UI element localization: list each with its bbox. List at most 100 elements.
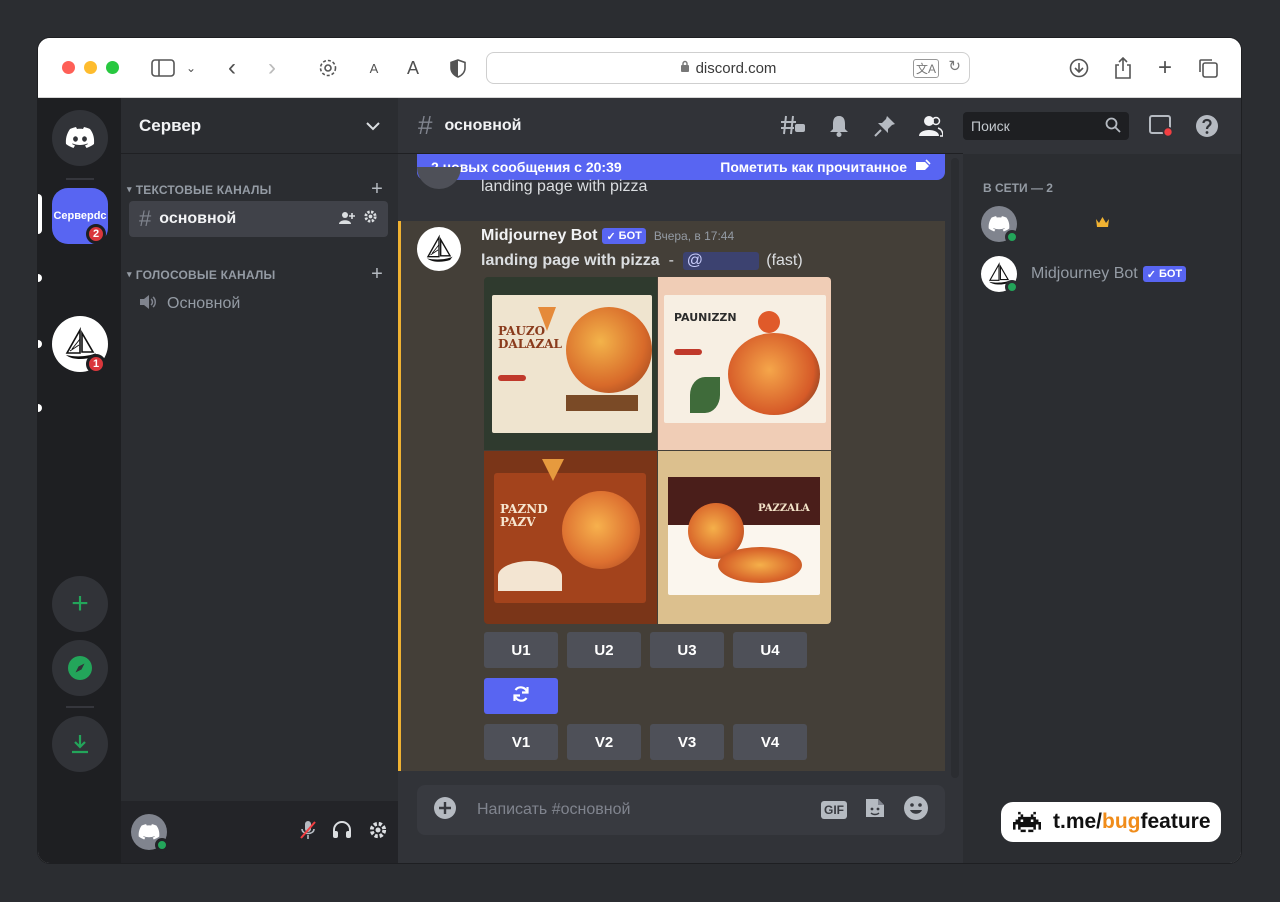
gear-icon[interactable] [368, 820, 388, 845]
online-status-icon [1005, 230, 1019, 244]
variation-button-1[interactable]: V1 [484, 724, 558, 760]
add-channel-icon[interactable]: + [371, 263, 383, 286]
threads-icon[interactable] [780, 114, 806, 138]
zoom-window-button[interactable] [106, 61, 119, 74]
gif-button[interactable]: GIF [821, 801, 847, 819]
reroll-button[interactable] [484, 678, 558, 714]
new-tab-icon[interactable]: + [1154, 54, 1176, 81]
upscale-button-4[interactable]: U4 [733, 632, 807, 668]
help-icon[interactable] [1194, 114, 1220, 138]
message-timestamp: Вчера, в 17:44 [653, 229, 735, 243]
translate-icon[interactable]: 文A [912, 59, 939, 78]
sidebar-toggle-icon[interactable] [150, 56, 176, 80]
guild-separator [66, 178, 94, 180]
search-input[interactable]: Поиск [963, 112, 1129, 140]
pin-icon[interactable] [872, 114, 898, 138]
generated-image-grid[interactable]: PAUZO DALAZAL PAUNIZZN PAZND PAZV PAZZAL… [484, 277, 831, 624]
image-title: PAUNIZZN [674, 311, 737, 324]
unread-pill [38, 340, 42, 348]
voice-channels-category[interactable]: ▾ ГОЛОСОВЫЕ КАНАЛЫ + [127, 263, 383, 286]
avatar[interactable] [417, 167, 461, 189]
server-notification-badge: 2 [86, 224, 106, 244]
explore-servers-icon[interactable] [52, 640, 108, 696]
download-icon[interactable] [1068, 56, 1090, 80]
back-icon[interactable]: ‹ [222, 54, 242, 81]
address-bar[interactable]: discord.com 文A ↻ [486, 52, 970, 84]
channel-title: основной [444, 116, 522, 134]
discord-home-icon[interactable] [52, 110, 108, 166]
unread-pill [38, 274, 42, 282]
speaker-icon [139, 294, 157, 315]
hash-icon: # [418, 110, 433, 140]
upscale-button-1[interactable]: U1 [484, 632, 558, 668]
message-composer[interactable]: Написать #основной GIF [417, 785, 945, 835]
headphones-icon[interactable] [332, 820, 352, 844]
member-item[interactable] [981, 206, 1110, 244]
prompt-text: landing page with pizza [481, 252, 660, 269]
muted-mic-icon[interactable] [300, 820, 316, 845]
hash-icon: # [139, 206, 152, 231]
image-variant-2: PAUNIZZN [658, 277, 831, 450]
chevron-down-icon: ▾ [127, 184, 132, 194]
gear-icon[interactable] [363, 209, 378, 229]
previous-message-text: landing page with pizza [481, 178, 648, 195]
voice-channel-item[interactable]: Основной [129, 286, 388, 322]
image-title: PAZND PAZV [500, 502, 548, 530]
minimize-window-button[interactable] [84, 61, 97, 74]
mark-as-read-link[interactable]: Пометить как прочитанное [720, 159, 907, 175]
variation-button-2[interactable]: V2 [567, 724, 641, 760]
variation-button-3[interactable]: V3 [650, 724, 724, 760]
user-panel [121, 801, 398, 863]
watermark-highlight: bug [1102, 810, 1141, 833]
user-mention[interactable]: @ [682, 252, 759, 270]
add-attachment-icon[interactable] [433, 796, 457, 825]
tabs-overview-icon[interactable] [1196, 56, 1220, 80]
text-channels-category[interactable]: ▾ ТЕКСТОВЫЕ КАНАЛЫ + [127, 178, 383, 201]
close-window-button[interactable] [62, 61, 75, 74]
browser-window: ⌄ ‹ › A A discord.com 文A ↻ + Серверdc 2 … [38, 38, 1241, 863]
midjourney-notification-badge: 1 [86, 354, 106, 374]
image-variant-1: PAUZO DALAZAL [484, 277, 657, 450]
text-larger-button[interactable]: A [404, 56, 422, 80]
crown-icon [1095, 215, 1110, 233]
inbox-icon[interactable] [1148, 114, 1174, 138]
discord-app: Серверdc 2 1 + Сервер ▾ ТЕКСТОВЫЕ КАНАЛЫ… [38, 98, 1241, 863]
unread-pill [38, 404, 42, 412]
gear-icon[interactable] [316, 56, 340, 80]
image-variant-4: PAZZALA [658, 451, 831, 624]
share-icon[interactable] [1112, 56, 1134, 80]
chevron-down-icon: ▾ [127, 269, 132, 279]
server-name: Сервер [139, 115, 202, 135]
member-item[interactable]: Midjourney Bot ✓ БОТ [981, 256, 1187, 294]
avatar[interactable] [417, 227, 461, 271]
reload-icon[interactable]: ↻ [948, 57, 961, 75]
new-messages-banner[interactable]: 2 новых сообщения с 20:39 Пометить как п… [417, 154, 945, 180]
shield-icon[interactable] [448, 56, 468, 80]
invite-icon[interactable] [339, 211, 355, 228]
avatar[interactable] [131, 814, 169, 852]
text-smaller-button[interactable]: A [366, 56, 382, 80]
download-apps-icon[interactable] [52, 716, 108, 772]
bell-icon[interactable] [826, 114, 852, 138]
member-list-icon[interactable] [918, 114, 944, 138]
forward-icon[interactable]: › [262, 54, 282, 81]
channel-item-general[interactable]: # основной [129, 201, 388, 237]
upscale-button-3[interactable]: U3 [650, 632, 724, 668]
variation-button-4[interactable]: V4 [733, 724, 807, 760]
search-icon [1105, 117, 1121, 136]
bot-tag: ✓ БОТ [602, 228, 646, 244]
redacted-username [1031, 217, 1095, 231]
lock-icon [680, 60, 690, 76]
chat-area: # основной 2 новых сообщения с 20:39 Пом… [398, 98, 963, 863]
upscale-button-2[interactable]: U2 [567, 632, 641, 668]
add-server-icon[interactable]: + [52, 576, 108, 632]
chevron-down-icon[interactable]: ⌄ [184, 56, 198, 80]
sticker-icon[interactable] [863, 796, 887, 825]
message-input[interactable]: Написать #основной [477, 801, 630, 819]
scrollbar[interactable] [951, 158, 959, 778]
message-author[interactable]: Midjourney Bot [481, 227, 597, 245]
emoji-icon[interactable] [903, 795, 929, 826]
channel-sidebar: Сервер ▾ ТЕКСТОВЫЕ КАНАЛЫ + # основной ▾… [121, 98, 398, 863]
add-channel-icon[interactable]: + [371, 178, 383, 201]
server-header[interactable]: Сервер [121, 98, 398, 154]
